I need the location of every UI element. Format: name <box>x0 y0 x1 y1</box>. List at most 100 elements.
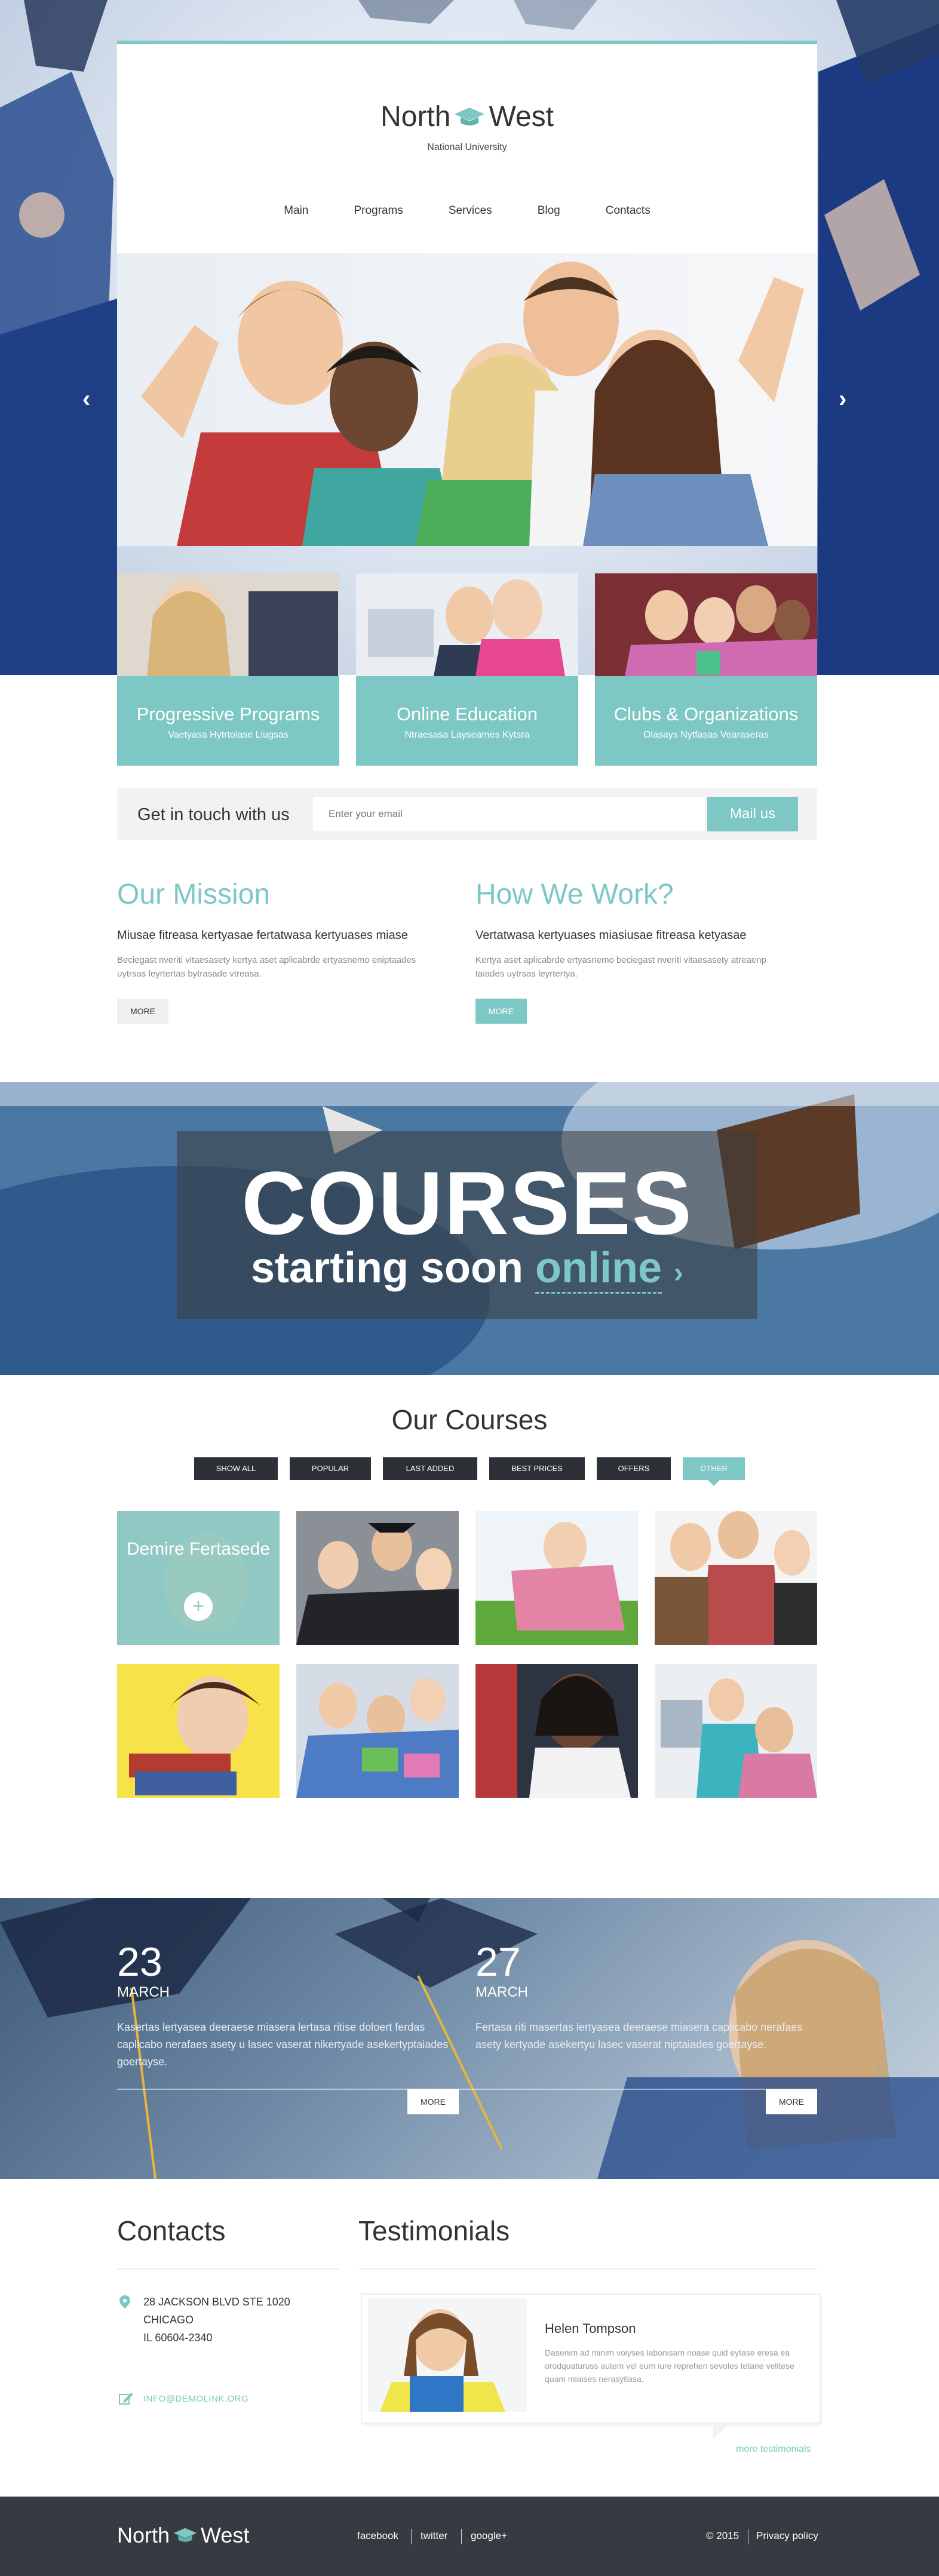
event-day: 27 <box>475 1939 521 1985</box>
nav-item-contacts[interactable]: Contacts <box>606 204 650 217</box>
events-section: 23 MARCH Kasertas lertyasea deeraese mia… <box>0 1898 939 2179</box>
mission-more-button[interactable]: MORE <box>117 999 168 1024</box>
banner-overlay: COURSES starting soon online › <box>177 1131 757 1319</box>
testimonial-author: Helen Tompson <box>545 2321 636 2336</box>
course-filters: SHOW ALL POPULAR LAST ADDED BEST PRICES … <box>0 1457 939 1486</box>
filter-popular[interactable]: POPULAR <box>290 1457 371 1480</box>
event-month: MARCH <box>475 1984 528 2000</box>
footer: North West facebook twitter google+ © 20… <box>0 2497 939 2576</box>
course-item[interactable] <box>296 1664 459 1798</box>
nav-item-programs[interactable]: Programs <box>354 204 403 217</box>
course-item[interactable] <box>296 1511 459 1645</box>
testimonials-divider <box>358 2268 817 2270</box>
promo-title: Clubs & Organizations <box>613 704 799 724</box>
plus-icon[interactable]: + <box>184 1592 213 1621</box>
mission-text: Beciegast nveriti vitaesasety kertya ase… <box>117 955 416 979</box>
course-item[interactable] <box>655 1511 817 1645</box>
how-we-work-section: How We Work? Vertatwasa kertyuases miasi… <box>475 878 792 1024</box>
banner-arrow-icon: › <box>674 1257 684 1289</box>
chevron-right-icon[interactable]: › <box>839 386 846 413</box>
address-line: IL 60604-2340 <box>143 2332 213 2344</box>
more-testimonials-link[interactable]: more testimonials <box>736 2444 811 2455</box>
address-line: CHICAGO <box>143 2314 194 2326</box>
event-day: 23 <box>117 1939 162 1985</box>
promo-online-education[interactable]: Online Education Ntraesasa Layseames Kyt… <box>356 573 578 766</box>
course-item[interactable] <box>655 1664 817 1798</box>
hero-slider[interactable] <box>117 253 817 546</box>
promo-caption: Clubs & Organizations Olasays Nytfasas V… <box>595 676 817 766</box>
contact-email-link[interactable]: INFO@DEMOLINK.ORG <box>143 2394 248 2404</box>
map-pin-icon <box>119 2295 130 2308</box>
pencil-icon <box>119 2393 133 2405</box>
logo-text-right: West <box>489 101 554 133</box>
filter-best-prices[interactable]: BEST PRICES <box>489 1457 585 1480</box>
promo-caption: Progressive Programs Vaetyasa Hytrtoiase… <box>117 676 339 766</box>
email-input[interactable] <box>313 797 705 831</box>
promo-subtitle: Vaetyasa Hytrtoiase Liugsas <box>168 730 289 740</box>
course-item[interactable] <box>117 1664 280 1798</box>
banner-subtitle: starting soon online › <box>177 1244 757 1294</box>
testimonial-tail <box>713 2424 729 2439</box>
testimonial-avatar <box>368 2298 527 2412</box>
event-more-button[interactable]: MORE <box>766 2089 817 2114</box>
mission-lead: Miusae fitreasa kertyasae fertatwasa ker… <box>117 929 408 942</box>
graduation-cap-icon <box>173 2528 197 2542</box>
filter-offers[interactable]: OFFERS <box>597 1457 671 1480</box>
footer-link-facebook[interactable]: facebook <box>357 2530 398 2542</box>
course-name: Demire Fertasede <box>126 1539 271 1559</box>
chevron-left-icon[interactable]: ‹ <box>82 386 90 413</box>
how-title: How We Work? <box>475 879 674 910</box>
graduation-cap-icon <box>455 107 485 125</box>
course-item[interactable]: Demire Fertasede + <box>117 1511 280 1645</box>
events-divider <box>117 2089 817 2090</box>
promo-title: Progressive Programs <box>136 704 320 724</box>
footer-link-twitter[interactable]: twitter <box>421 2530 447 2542</box>
logo-text-left: North <box>380 101 451 133</box>
header: North West National University Main Prog… <box>117 41 817 253</box>
filter-other[interactable]: OTHER <box>683 1457 745 1486</box>
banner-online-link[interactable]: online <box>535 1244 662 1294</box>
promo-title: Online Education <box>396 704 538 724</box>
promo-clubs-organizations[interactable]: Clubs & Organizations Olasays Nytfasas V… <box>595 573 817 766</box>
footer-separator <box>461 2529 462 2544</box>
site-logo[interactable]: North West <box>117 100 817 133</box>
banner-title: COURSES <box>241 1153 693 1253</box>
course-item[interactable] <box>475 1664 638 1798</box>
promo-subtitle: Ntraesasa Layseames Kytsra <box>404 730 530 740</box>
courses-title: Our Courses <box>391 1404 548 1435</box>
testimonial-text: Dasenim ad minim voiyses labonisam noase… <box>545 2348 794 2384</box>
footer-copyright: © 2015 <box>706 2530 739 2541</box>
nav-item-main[interactable]: Main <box>284 204 308 217</box>
footer-logo[interactable]: North West <box>117 2523 249 2548</box>
filter-last-added[interactable]: LAST ADDED <box>383 1457 477 1480</box>
promo-caption: Online Education Ntraesasa Layseames Kyt… <box>356 676 578 766</box>
footer-separator <box>411 2529 412 2544</box>
nav-item-blog[interactable]: Blog <box>538 204 560 217</box>
course-item[interactable] <box>475 1511 638 1645</box>
event-more-button[interactable]: MORE <box>407 2089 459 2114</box>
footer-privacy-link[interactable]: Privacy policy <box>756 2530 818 2542</box>
event-card: 27 MARCH Fertasa riti masertas lertyasea… <box>475 1941 810 2053</box>
students-photo <box>117 253 817 546</box>
mail-us-button[interactable]: Mail us <box>707 797 798 831</box>
logo-subtitle: National University <box>427 142 507 152</box>
promo-image <box>356 573 578 676</box>
newsletter-bar: Get in touch with us Mail us <box>117 788 817 840</box>
promo-image <box>117 573 339 676</box>
footer-logo-left: North <box>117 2523 170 2547</box>
how-more-button[interactable]: MORE <box>475 999 527 1024</box>
courses-banner: COURSES starting soon online › <box>0 1082 939 1375</box>
nav-item-services[interactable]: Services <box>449 204 492 217</box>
event-card: 23 MARCH Kasertas lertyasea deeraese mia… <box>117 1941 452 2071</box>
testimonials-title: Testimonials <box>358 2215 510 2246</box>
how-text: Kertya aset aplicabrde ertyasnemo becieg… <box>475 955 766 979</box>
how-lead: Vertatwasa kertyuases miasiusae fitreasa… <box>475 929 747 942</box>
filter-show-all[interactable]: SHOW ALL <box>194 1457 278 1480</box>
address-line: 28 JACKSON BLVD STE 1020 <box>143 2296 290 2308</box>
promo-subtitle: Olasays Nytfasas Vearaseras <box>643 730 769 740</box>
mission-section: Our Mission Miusae fitreasa kertyasae fe… <box>117 878 434 1024</box>
newsletter-label: Get in touch with us <box>137 805 290 824</box>
promo-progressive-programs[interactable]: Progressive Programs Vaetyasa Hytrtoiase… <box>117 573 339 766</box>
promo-image <box>595 573 817 676</box>
footer-link-google-plus[interactable]: google+ <box>471 2530 507 2542</box>
